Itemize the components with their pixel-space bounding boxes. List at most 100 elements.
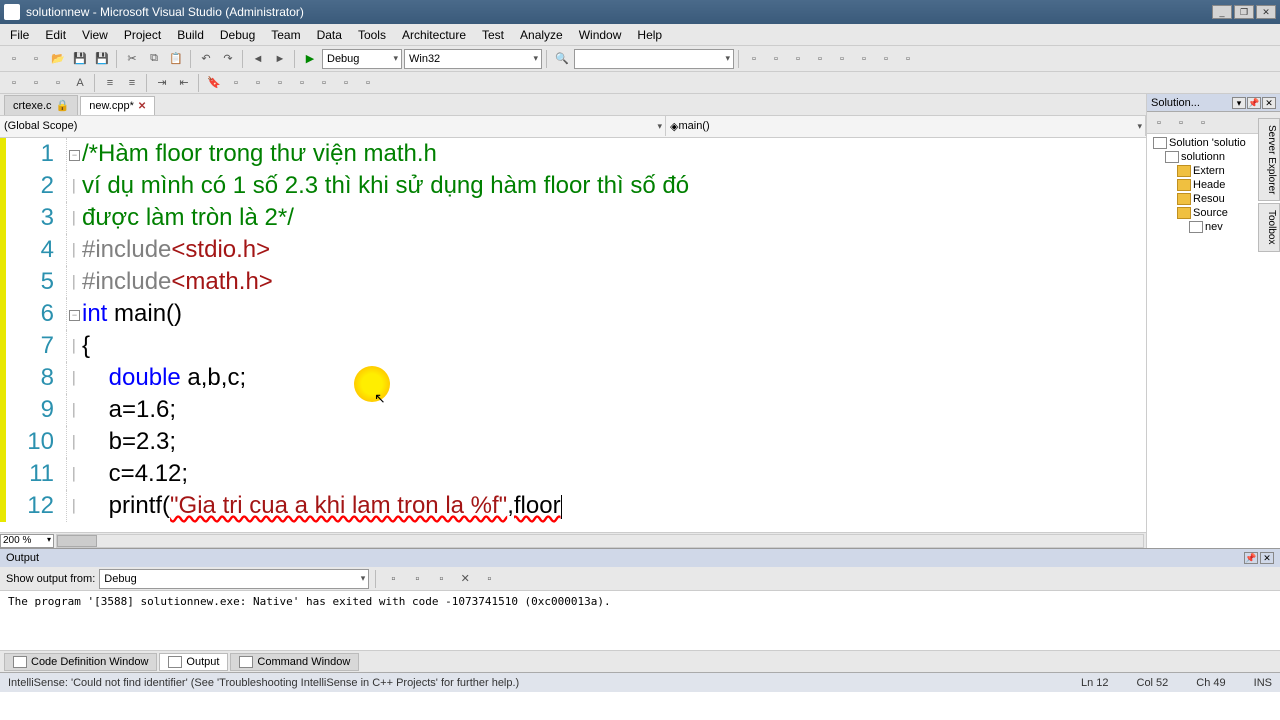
redo-icon[interactable]: ↷ [218,49,238,69]
out-icon[interactable]: ▫ [383,569,403,589]
code-line-7[interactable]: { [82,330,1146,362]
copy-icon[interactable]: ⧉ [144,49,164,69]
add-item-icon[interactable]: ▫ [26,49,46,69]
btab-code-definition-window[interactable]: Code Definition Window [4,653,157,671]
out-clear-icon[interactable]: ✕ [455,569,475,589]
paste-icon[interactable]: 📋 [166,49,186,69]
uncomment-icon[interactable]: ≡ [122,73,142,93]
horizontal-scrollbar[interactable] [56,534,1144,548]
code-line-3[interactable]: được làm tròn là 2*/ [82,202,1146,234]
show-output-from-combo[interactable]: Debug [99,569,369,589]
tb2-icon[interactable]: ▫ [248,73,268,93]
zoom-combo[interactable]: 200 % [0,534,54,548]
tb-icon[interactable]: ▫ [766,49,786,69]
menu-window[interactable]: Window [571,26,630,44]
tb2-icon[interactable]: ▫ [226,73,246,93]
menu-view[interactable]: View [74,26,116,44]
tb-icon[interactable]: ▫ [744,49,764,69]
tb2-icon[interactable]: ▫ [292,73,312,93]
menu-help[interactable]: Help [629,26,670,44]
output-text[interactable]: The program '[3588] solutionnew.exe: Nat… [0,591,1280,650]
se-icon[interactable]: ▫ [1193,113,1213,133]
tab-crtexec[interactable]: crtexe.c 🔒 [4,95,78,115]
code-line-8[interactable]: double a,b,c; [82,362,1146,394]
menu-architecture[interactable]: Architecture [394,26,474,44]
tb2-icon[interactable]: ▫ [4,73,24,93]
menu-data[interactable]: Data [309,26,350,44]
tab-close-icon[interactable]: ✕ [138,101,146,112]
panel-pin-icon[interactable]: 📌 [1247,97,1261,109]
output-close-icon[interactable]: ✕ [1260,552,1274,564]
tb-icon[interactable]: ▫ [854,49,874,69]
tb2-icon[interactable]: ▫ [48,73,68,93]
tb2-icon[interactable]: ▫ [314,73,334,93]
nav-back-icon[interactable]: ◄ [248,49,268,69]
open-icon[interactable]: 📂 [48,49,68,69]
vertical-tabs: Server ExplorerToolbox [1258,118,1280,252]
code-line-9[interactable]: a=1.6; [82,394,1146,426]
code-line-1[interactable]: /*Hàm floor trong thư viện math.h [82,138,1146,170]
find-icon[interactable]: 🔍 [552,49,572,69]
menu-analyze[interactable]: Analyze [512,26,571,44]
close-button[interactable]: ✕ [1256,5,1276,19]
vtab-server-explorer[interactable]: Server Explorer [1258,118,1280,201]
undo-icon[interactable]: ↶ [196,49,216,69]
menu-edit[interactable]: Edit [37,26,74,44]
out-icon[interactable]: ▫ [407,569,427,589]
nav-fwd-icon[interactable]: ► [270,49,290,69]
menu-test[interactable]: Test [474,26,512,44]
menu-project[interactable]: Project [116,26,169,44]
platform-combo[interactable]: Win32 [404,49,542,69]
output-pin-icon[interactable]: 📌 [1244,552,1258,564]
outdent-icon[interactable]: ⇤ [174,73,194,93]
tb2-icon[interactable]: ▫ [358,73,378,93]
scope-left-combo[interactable]: (Global Scope) [0,116,666,136]
menu-team[interactable]: Team [263,26,308,44]
tb-icon[interactable]: ▫ [898,49,918,69]
tab-newcpp[interactable]: new.cpp* ✕ [80,96,155,115]
code-line-6[interactable]: int main() [82,298,1146,330]
code-line-12[interactable]: printf("Gia tri cua a khi lam tron la %f… [82,490,1146,522]
menu-debug[interactable]: Debug [212,26,263,44]
scope-right-combo[interactable]: ◈ main() [666,116,1146,136]
tb2-icon[interactable]: A [70,73,90,93]
maximize-button[interactable]: ❐ [1234,5,1254,19]
btab-command-window[interactable]: Command Window [230,653,359,671]
bookmark-icon[interactable]: 🔖 [204,73,224,93]
code-line-4[interactable]: #include<stdio.h> [82,234,1146,266]
tb-icon[interactable]: ▫ [876,49,896,69]
out-icon[interactable]: ▫ [479,569,499,589]
start-debug-icon[interactable]: ▶ [300,49,320,69]
comment-icon[interactable]: ≡ [100,73,120,93]
code-line-5[interactable]: #include<math.h> [82,266,1146,298]
status-ch: Ch 49 [1196,677,1225,689]
minimize-button[interactable]: _ [1212,5,1232,19]
indent-icon[interactable]: ⇥ [152,73,172,93]
tb2-icon[interactable]: ▫ [26,73,46,93]
code-line-2[interactable]: ví dụ mình có 1 số 2.3 thì khi sử dụng h… [82,170,1146,202]
tb-icon[interactable]: ▫ [810,49,830,69]
se-icon[interactable]: ▫ [1171,113,1191,133]
panel-close-icon[interactable]: ✕ [1262,97,1276,109]
cut-icon[interactable]: ✂ [122,49,142,69]
tb-icon[interactable]: ▫ [788,49,808,69]
save-icon[interactable]: 💾 [70,49,90,69]
tb2-icon[interactable]: ▫ [336,73,356,93]
se-icon[interactable]: ▫ [1149,113,1169,133]
code-editor[interactable]: 123456789101112 −││││−││││││ ↖ /*Hàm flo… [0,138,1146,532]
new-project-icon[interactable]: ▫ [4,49,24,69]
code-line-11[interactable]: c=4.12; [82,458,1146,490]
config-combo[interactable]: Debug [322,49,402,69]
menu-file[interactable]: File [2,26,37,44]
find-combo[interactable] [574,49,734,69]
tb-icon[interactable]: ▫ [832,49,852,69]
panel-dropdown-icon[interactable]: ▾ [1232,97,1246,109]
tb2-icon[interactable]: ▫ [270,73,290,93]
menu-tools[interactable]: Tools [350,26,394,44]
menu-build[interactable]: Build [169,26,212,44]
save-all-icon[interactable]: 💾 [92,49,112,69]
code-line-10[interactable]: b=2.3; [82,426,1146,458]
vtab-toolbox[interactable]: Toolbox [1258,203,1280,251]
out-icon[interactable]: ▫ [431,569,451,589]
btab-output[interactable]: Output [159,653,228,671]
